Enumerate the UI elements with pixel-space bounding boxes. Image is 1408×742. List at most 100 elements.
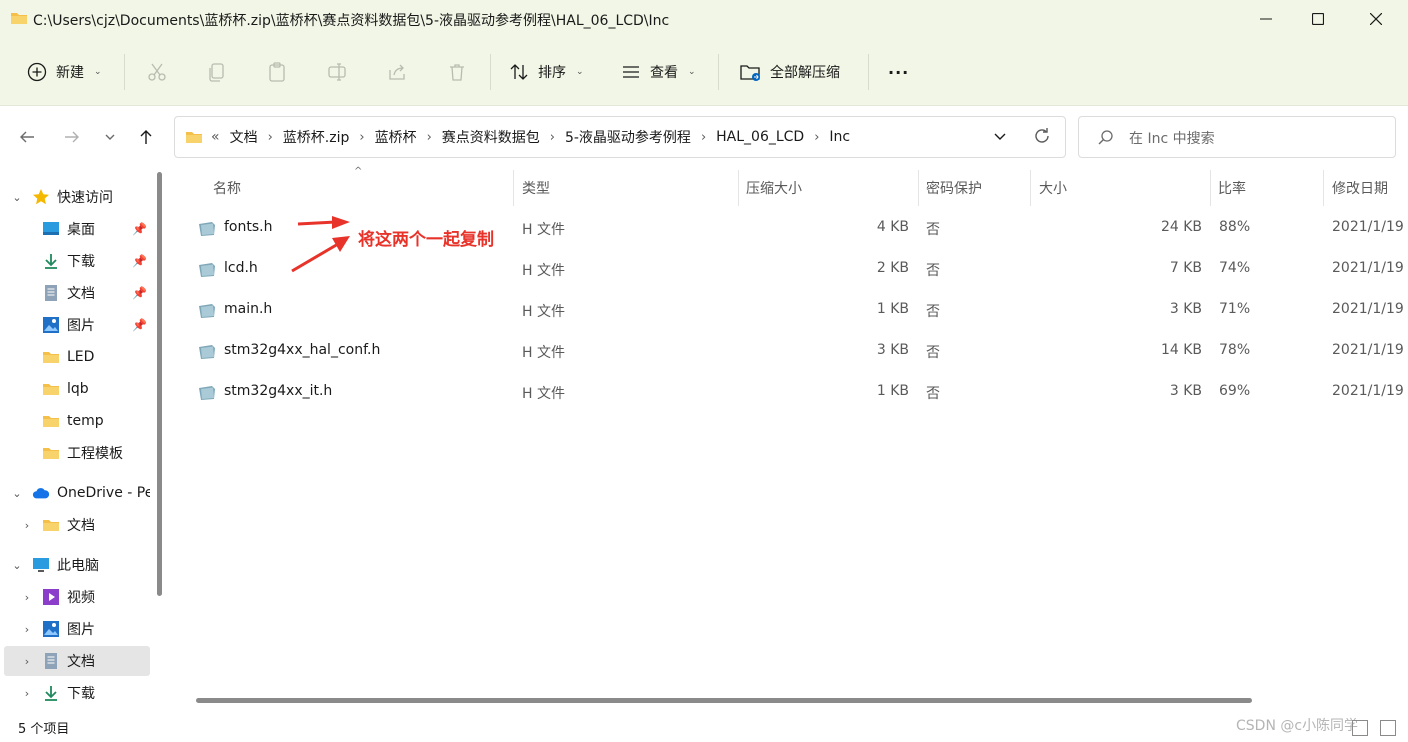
chevron-right-icon[interactable]: ›: [814, 130, 819, 145]
breadcrumb-item[interactable]: HAL_06_LCD: [716, 129, 804, 145]
sidebar-item-lqb[interactable]: lqb: [0, 374, 150, 404]
header-file-icon: [199, 386, 215, 400]
recent-locations-button[interactable]: [99, 126, 121, 148]
folder-icon: [186, 132, 202, 143]
chevron-right-icon[interactable]: ›: [427, 130, 432, 145]
chevron-right-icon[interactable]: ›: [20, 622, 34, 636]
sidebar-item-project-template[interactable]: 工程模板: [0, 438, 150, 468]
chevron-down-icon[interactable]: ⌄: [10, 558, 24, 572]
details-view-button[interactable]: [1352, 720, 1368, 736]
breadcrumb-item[interactable]: 蓝桥杯.zip: [283, 127, 350, 147]
copy-button[interactable]: [206, 54, 228, 90]
sidebar-item-label: LED: [67, 349, 95, 365]
column-divider[interactable]: [918, 170, 919, 206]
extract-folder-icon: [740, 61, 762, 83]
table-row[interactable]: stm32g4xx_it.h H 文件 1 KB 否 3 KB 69% 2021…: [176, 373, 1408, 413]
sidebar-item-onedrive[interactable]: ⌄ OneDrive - Pe: [0, 478, 150, 508]
chevron-right-icon[interactable]: ›: [20, 590, 34, 604]
breadcrumb-item[interactable]: 5-液晶驱动参考例程: [565, 127, 691, 147]
chevron-right-icon[interactable]: ›: [359, 130, 364, 145]
back-button[interactable]: [16, 126, 38, 148]
folder-icon: [43, 520, 59, 531]
column-header-modified[interactable]: 修改日期: [1332, 178, 1388, 200]
chevron-down-icon[interactable]: ⌄: [10, 486, 24, 500]
breadcrumb-overflow[interactable]: «: [211, 129, 220, 145]
table-row[interactable]: stm32g4xx_hal_conf.h H 文件 3 KB 否 14 KB 7…: [176, 332, 1408, 372]
close-button[interactable]: [1348, 0, 1404, 38]
file-type: H 文件: [522, 263, 565, 279]
sidebar-item-pc-documents[interactable]: › 文档: [4, 646, 150, 676]
sidebar-item-label: 文档: [67, 654, 95, 670]
tiles-view-button[interactable]: [1380, 720, 1396, 736]
column-header-ratio[interactable]: 比率: [1218, 178, 1246, 200]
table-row[interactable]: lcd.h H 文件 2 KB 否 7 KB 74% 2021/1/19: [176, 250, 1408, 290]
column-header-type[interactable]: 类型: [522, 178, 550, 200]
picture-icon: [43, 317, 59, 333]
sidebar-item-quick-access[interactable]: ⌄ 快速访问: [0, 182, 150, 212]
toolbar-divider: [124, 54, 125, 90]
rename-button[interactable]: [326, 54, 348, 90]
sidebar-item-downloads[interactable]: 下载 📌: [0, 246, 150, 276]
sidebar-item-led[interactable]: LED: [0, 342, 150, 372]
table-row[interactable]: main.h H 文件 1 KB 否 3 KB 71% 2021/1/19: [176, 291, 1408, 331]
sidebar-item-pictures[interactable]: 图片 📌: [0, 310, 150, 340]
pin-icon: 📌: [132, 222, 147, 236]
file-ratio: 78%: [1219, 342, 1251, 358]
sort-button[interactable]: 排序 ⌄: [508, 54, 584, 90]
more-options-button[interactable]: ···: [888, 54, 909, 90]
sidebar-scrollbar[interactable]: [157, 172, 162, 596]
breadcrumb-item[interactable]: 赛点资料数据包: [442, 127, 540, 147]
forward-button[interactable]: [61, 126, 83, 148]
up-button[interactable]: [135, 126, 157, 148]
view-button[interactable]: 查看 ⌄: [620, 54, 696, 90]
new-button[interactable]: 新建 ⌄: [26, 54, 102, 90]
share-button[interactable]: [386, 54, 408, 90]
sidebar-item-videos[interactable]: › 视频: [0, 582, 150, 612]
column-divider[interactable]: [738, 170, 739, 206]
breadcrumb-item[interactable]: 文档: [230, 127, 258, 147]
minimize-button[interactable]: [1238, 0, 1294, 38]
sidebar-item-onedrive-documents[interactable]: › 文档: [0, 510, 150, 540]
sidebar-item-pc-downloads[interactable]: › 下载: [0, 678, 150, 708]
sidebar-item-pc-pictures[interactable]: › 图片: [0, 614, 150, 644]
sidebar-item-documents[interactable]: 文档 📌: [0, 278, 150, 308]
picture-icon: [43, 621, 59, 637]
chevron-right-icon[interactable]: ›: [20, 686, 34, 700]
column-header-password[interactable]: 密码保护: [926, 178, 982, 200]
column-divider[interactable]: [513, 170, 514, 206]
cut-button[interactable]: [146, 54, 168, 90]
breadcrumb-item-current[interactable]: Inc: [829, 129, 850, 145]
header-file-icon: [199, 222, 215, 236]
chevron-right-icon[interactable]: ›: [20, 518, 34, 532]
column-header-size[interactable]: 大小: [1039, 178, 1067, 200]
search-field[interactable]: 在 Inc 中搜索: [1078, 116, 1396, 158]
address-history-button[interactable]: [993, 129, 1007, 147]
maximize-icon: [1312, 13, 1324, 25]
column-divider[interactable]: [1323, 170, 1324, 206]
chevron-right-icon[interactable]: ›: [268, 130, 273, 145]
breadcrumb-item[interactable]: 蓝桥杯: [375, 127, 417, 147]
column-divider[interactable]: [1030, 170, 1031, 206]
chevron-right-icon[interactable]: ›: [701, 130, 706, 145]
chevron-right-icon[interactable]: ›: [550, 130, 555, 145]
refresh-button[interactable]: [1033, 127, 1051, 149]
delete-button[interactable]: [446, 54, 468, 90]
extract-all-button[interactable]: 全部解压缩: [740, 54, 840, 90]
search-placeholder: 在 Inc 中搜索: [1129, 131, 1215, 147]
horizontal-scrollbar[interactable]: [196, 698, 1252, 703]
maximize-button[interactable]: [1290, 0, 1346, 38]
file-packed-size: 1 KB: [876, 301, 909, 317]
sidebar-item-desktop[interactable]: 桌面 📌: [0, 214, 150, 244]
address-bar[interactable]: « 文档 › 蓝桥杯.zip › 蓝桥杯 › 赛点资料数据包 › 5-液晶驱动参…: [174, 116, 1066, 158]
sidebar-item-this-pc[interactable]: ⌄ 此电脑: [0, 550, 150, 580]
file-password: 否: [926, 345, 940, 361]
sidebar-item-temp[interactable]: temp: [0, 406, 150, 436]
folder-icon: [43, 384, 59, 395]
column-header-name[interactable]: 名称: [213, 178, 241, 200]
column-divider[interactable]: [1210, 170, 1211, 206]
chevron-right-icon[interactable]: ›: [20, 654, 34, 668]
chevron-down-icon: ⌄: [576, 67, 584, 77]
chevron-down-icon[interactable]: ⌄: [10, 190, 24, 204]
column-header-packed-size[interactable]: 压缩大小: [746, 178, 802, 200]
paste-button[interactable]: [266, 54, 288, 90]
